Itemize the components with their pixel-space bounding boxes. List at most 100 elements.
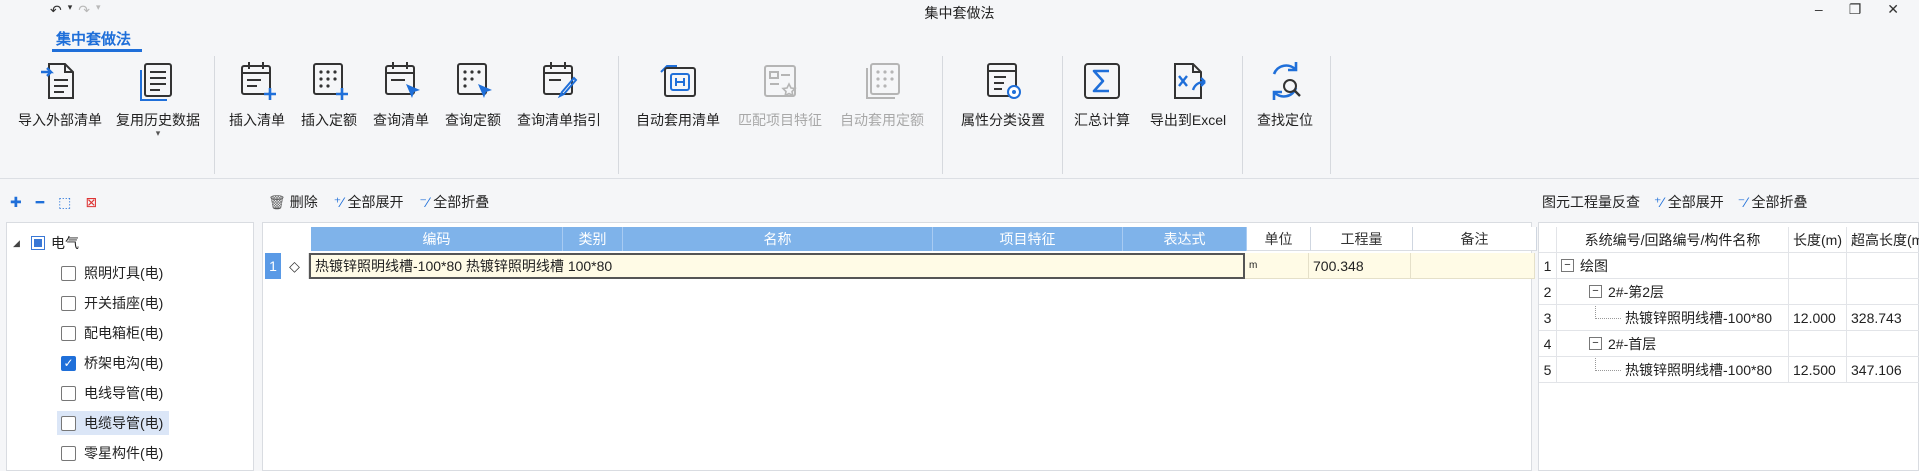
column-header-component-name[interactable]: 系统编号/回路编号/构件名称 xyxy=(1557,227,1789,253)
minimize-button[interactable]: – xyxy=(1815,1,1823,18)
collapse-all-button[interactable]: ⁻⁄ 全部折叠 xyxy=(420,192,490,212)
auto-apply-quota-button[interactable]: 自动套用定额 xyxy=(832,58,932,148)
table-row[interactable]: 5 热镀锌照明线槽-100*80 12.500 347.106 xyxy=(1539,357,1919,383)
delete-button[interactable]: 🗑 删除 xyxy=(268,192,318,212)
collapse-toggle-icon[interactable]: − xyxy=(1589,337,1602,350)
collapse-tree-icon[interactable]: ━ xyxy=(36,194,44,211)
table-row[interactable]: 1 ◇ 热镀锌照明线槽-100*80 热镀锌照明线槽 100*80 m 700.… xyxy=(265,253,1535,279)
tree-item-lighting[interactable]: 照明灯具(电) xyxy=(57,261,169,285)
ribbon-separator xyxy=(942,56,943,174)
tree-item-label: 电线导管(电) xyxy=(84,385,164,401)
window-controls: – ❐ ✕ xyxy=(1815,1,1899,18)
row-name-cell[interactable]: 热镀锌照明线槽-100*80 xyxy=(1557,357,1789,383)
match-project-feature-label: 匹配项目特征 xyxy=(738,112,822,128)
row-length-cell: 12.500 xyxy=(1789,357,1847,383)
auto-apply-list-button[interactable]: 自动套用清单 xyxy=(628,58,728,148)
row-over-length-cell: 328.743 xyxy=(1847,305,1919,331)
row-length-cell xyxy=(1789,253,1847,279)
tree-connector xyxy=(1595,306,1621,319)
column-header-expression[interactable]: 表达式 xyxy=(1123,227,1247,251)
row-name-cell[interactable]: − 绘图 xyxy=(1557,253,1789,279)
column-header-name[interactable]: 名称 xyxy=(623,227,933,251)
title-bar: ↶ ▾ ↷ ▾ 集中套做法 – ❐ ✕ xyxy=(0,0,1919,24)
checkbox[interactable] xyxy=(61,415,76,431)
column-header-type[interactable]: 类别 xyxy=(563,227,623,251)
tree-item-misc-component[interactable]: 零星构件(电) xyxy=(57,441,169,465)
attribute-category-settings-button[interactable]: 属性分类设置 xyxy=(950,58,1056,148)
expand-all-button[interactable]: ⁺⁄ 全部展开 xyxy=(334,192,404,212)
auto-quota-icon xyxy=(866,63,900,99)
auto-apply-list-label: 自动套用清单 xyxy=(636,112,720,128)
row-quantity-cell[interactable]: 700.348 xyxy=(1309,253,1411,279)
column-header-quantity[interactable]: 工程量 xyxy=(1311,227,1413,251)
export-to-excel-button[interactable]: 导出到Excel xyxy=(1140,58,1236,148)
checkbox[interactable] xyxy=(61,325,76,341)
query-quota-button[interactable]: 查询定额 xyxy=(438,58,508,148)
column-header-feature[interactable]: 项目特征 xyxy=(933,227,1123,251)
row-name-cell[interactable]: − 2#-第2层 xyxy=(1557,279,1789,305)
table-row[interactable]: 1 − 绘图 xyxy=(1539,253,1919,279)
history-doc-icon xyxy=(140,63,172,101)
expand-triangle-icon[interactable]: ◢ xyxy=(13,238,25,249)
query-list-guide-label: 查询清单指引 xyxy=(517,112,601,128)
table-row[interactable]: 3 热镀锌照明线槽-100*80 12.000 328.743 xyxy=(1539,305,1919,331)
column-header-code[interactable]: 编码 xyxy=(311,227,563,251)
right-panel-toolbar: 图元工程量反查 ⁺⁄ 全部展开 ⁻⁄ 全部折叠 xyxy=(1540,188,1919,216)
query-list-guide-button[interactable]: 查询清单指引 xyxy=(510,58,608,148)
expand-tree-icon[interactable]: ✚ xyxy=(10,194,22,211)
collapse-toggle-icon[interactable]: − xyxy=(1589,285,1602,298)
tree-item-cable-tray[interactable]: ✓ 桥架电沟(电) xyxy=(57,351,169,375)
partial-checkbox[interactable] xyxy=(31,236,45,250)
query-list-button[interactable]: 查询清单 xyxy=(366,58,436,148)
insert-list-button[interactable]: 插入清单 xyxy=(222,58,292,148)
summary-calculation-button[interactable]: 汇总计算 xyxy=(1066,58,1138,148)
row-unit-cell[interactable]: m xyxy=(1245,253,1309,279)
tree-item-distribution-box[interactable]: 配电箱柜(电) xyxy=(57,321,169,345)
row-number[interactable]: 1 xyxy=(265,253,281,279)
checkbox[interactable] xyxy=(61,385,76,401)
restore-button[interactable]: ❐ xyxy=(1849,1,1862,18)
close-button[interactable]: ✕ xyxy=(1887,1,1899,18)
column-header-over-length[interactable]: 超高长度(m) xyxy=(1847,227,1919,253)
table-row[interactable]: 2 − 2#-第2层 xyxy=(1539,279,1919,305)
find-locate-button[interactable]: 查找定位 xyxy=(1248,58,1322,148)
table-row[interactable]: 4 − 2#-首层 xyxy=(1539,331,1919,357)
import-doc-icon xyxy=(41,63,74,99)
tab-centralized-method[interactable]: 集中套做法 xyxy=(56,28,131,49)
expand-icon: ⁺⁄ xyxy=(333,194,344,210)
rp-collapse-all-button[interactable]: ⁻⁄ 全部折叠 xyxy=(1738,192,1808,212)
attr-settings-icon xyxy=(987,63,1021,99)
chevron-down-icon[interactable]: ▾ xyxy=(156,128,161,139)
match-feature-icon xyxy=(764,65,797,97)
tree-root-electrical[interactable]: ◢ 电气 xyxy=(13,233,79,253)
insert-quota-button[interactable]: 插入定额 xyxy=(294,58,364,148)
row-name-cell[interactable]: 热镀锌照明线槽-100*80 xyxy=(1557,305,1789,331)
checkbox[interactable] xyxy=(61,445,76,461)
ribbon-tab-row: 集中套做法 xyxy=(0,24,1919,52)
row-content-cell[interactable]: 热镀锌照明线槽-100*80 热镀锌照明线槽 100*80 xyxy=(309,253,1245,279)
tree-item-switch-socket[interactable]: 开关插座(电) xyxy=(57,291,169,315)
expand-icon: ⁺⁄ xyxy=(1654,194,1664,210)
checkbox[interactable] xyxy=(61,265,76,281)
rp-expand-all-button[interactable]: ⁺⁄ 全部展开 xyxy=(1654,192,1724,212)
match-project-feature-button[interactable]: 匹配项目特征 xyxy=(730,58,830,148)
method-grid-panel: 编码 类别 名称 项目特征 表达式 单位 工程量 备注 1 ◇ 热镀锌照明线槽-… xyxy=(262,222,1537,471)
row-number: 4 xyxy=(1539,331,1557,357)
tree-item-cable-conduit[interactable]: 电缆导管(电) xyxy=(57,411,170,435)
row-name-cell[interactable]: − 2#-首层 xyxy=(1557,331,1789,357)
left-panel-toolbar: ✚ ━ ⬚ ⊠ xyxy=(6,188,254,216)
import-external-list-button[interactable]: 导入外部清单 xyxy=(12,58,108,148)
deselect-all-icon[interactable]: ⊠ xyxy=(85,194,97,211)
select-all-icon[interactable]: ⬚ xyxy=(58,194,71,211)
tree-item-label: 桥架电沟(电) xyxy=(84,355,164,371)
tree-item-wire-conduit[interactable]: 电线导管(电) xyxy=(57,381,169,405)
column-header-length[interactable]: 长度(m) xyxy=(1789,227,1847,253)
tree-item-label: 开关插座(电) xyxy=(84,295,164,311)
column-header-unit[interactable]: 单位 xyxy=(1247,227,1311,251)
row-remark-cell[interactable] xyxy=(1411,253,1535,279)
collapse-toggle-icon[interactable]: − xyxy=(1561,259,1574,272)
column-header-remark[interactable]: 备注 xyxy=(1413,227,1537,251)
checkbox-checked[interactable]: ✓ xyxy=(61,355,76,371)
checkbox[interactable] xyxy=(61,295,76,311)
reuse-history-data-button[interactable]: 复用历史数据 ▾ xyxy=(110,58,206,148)
